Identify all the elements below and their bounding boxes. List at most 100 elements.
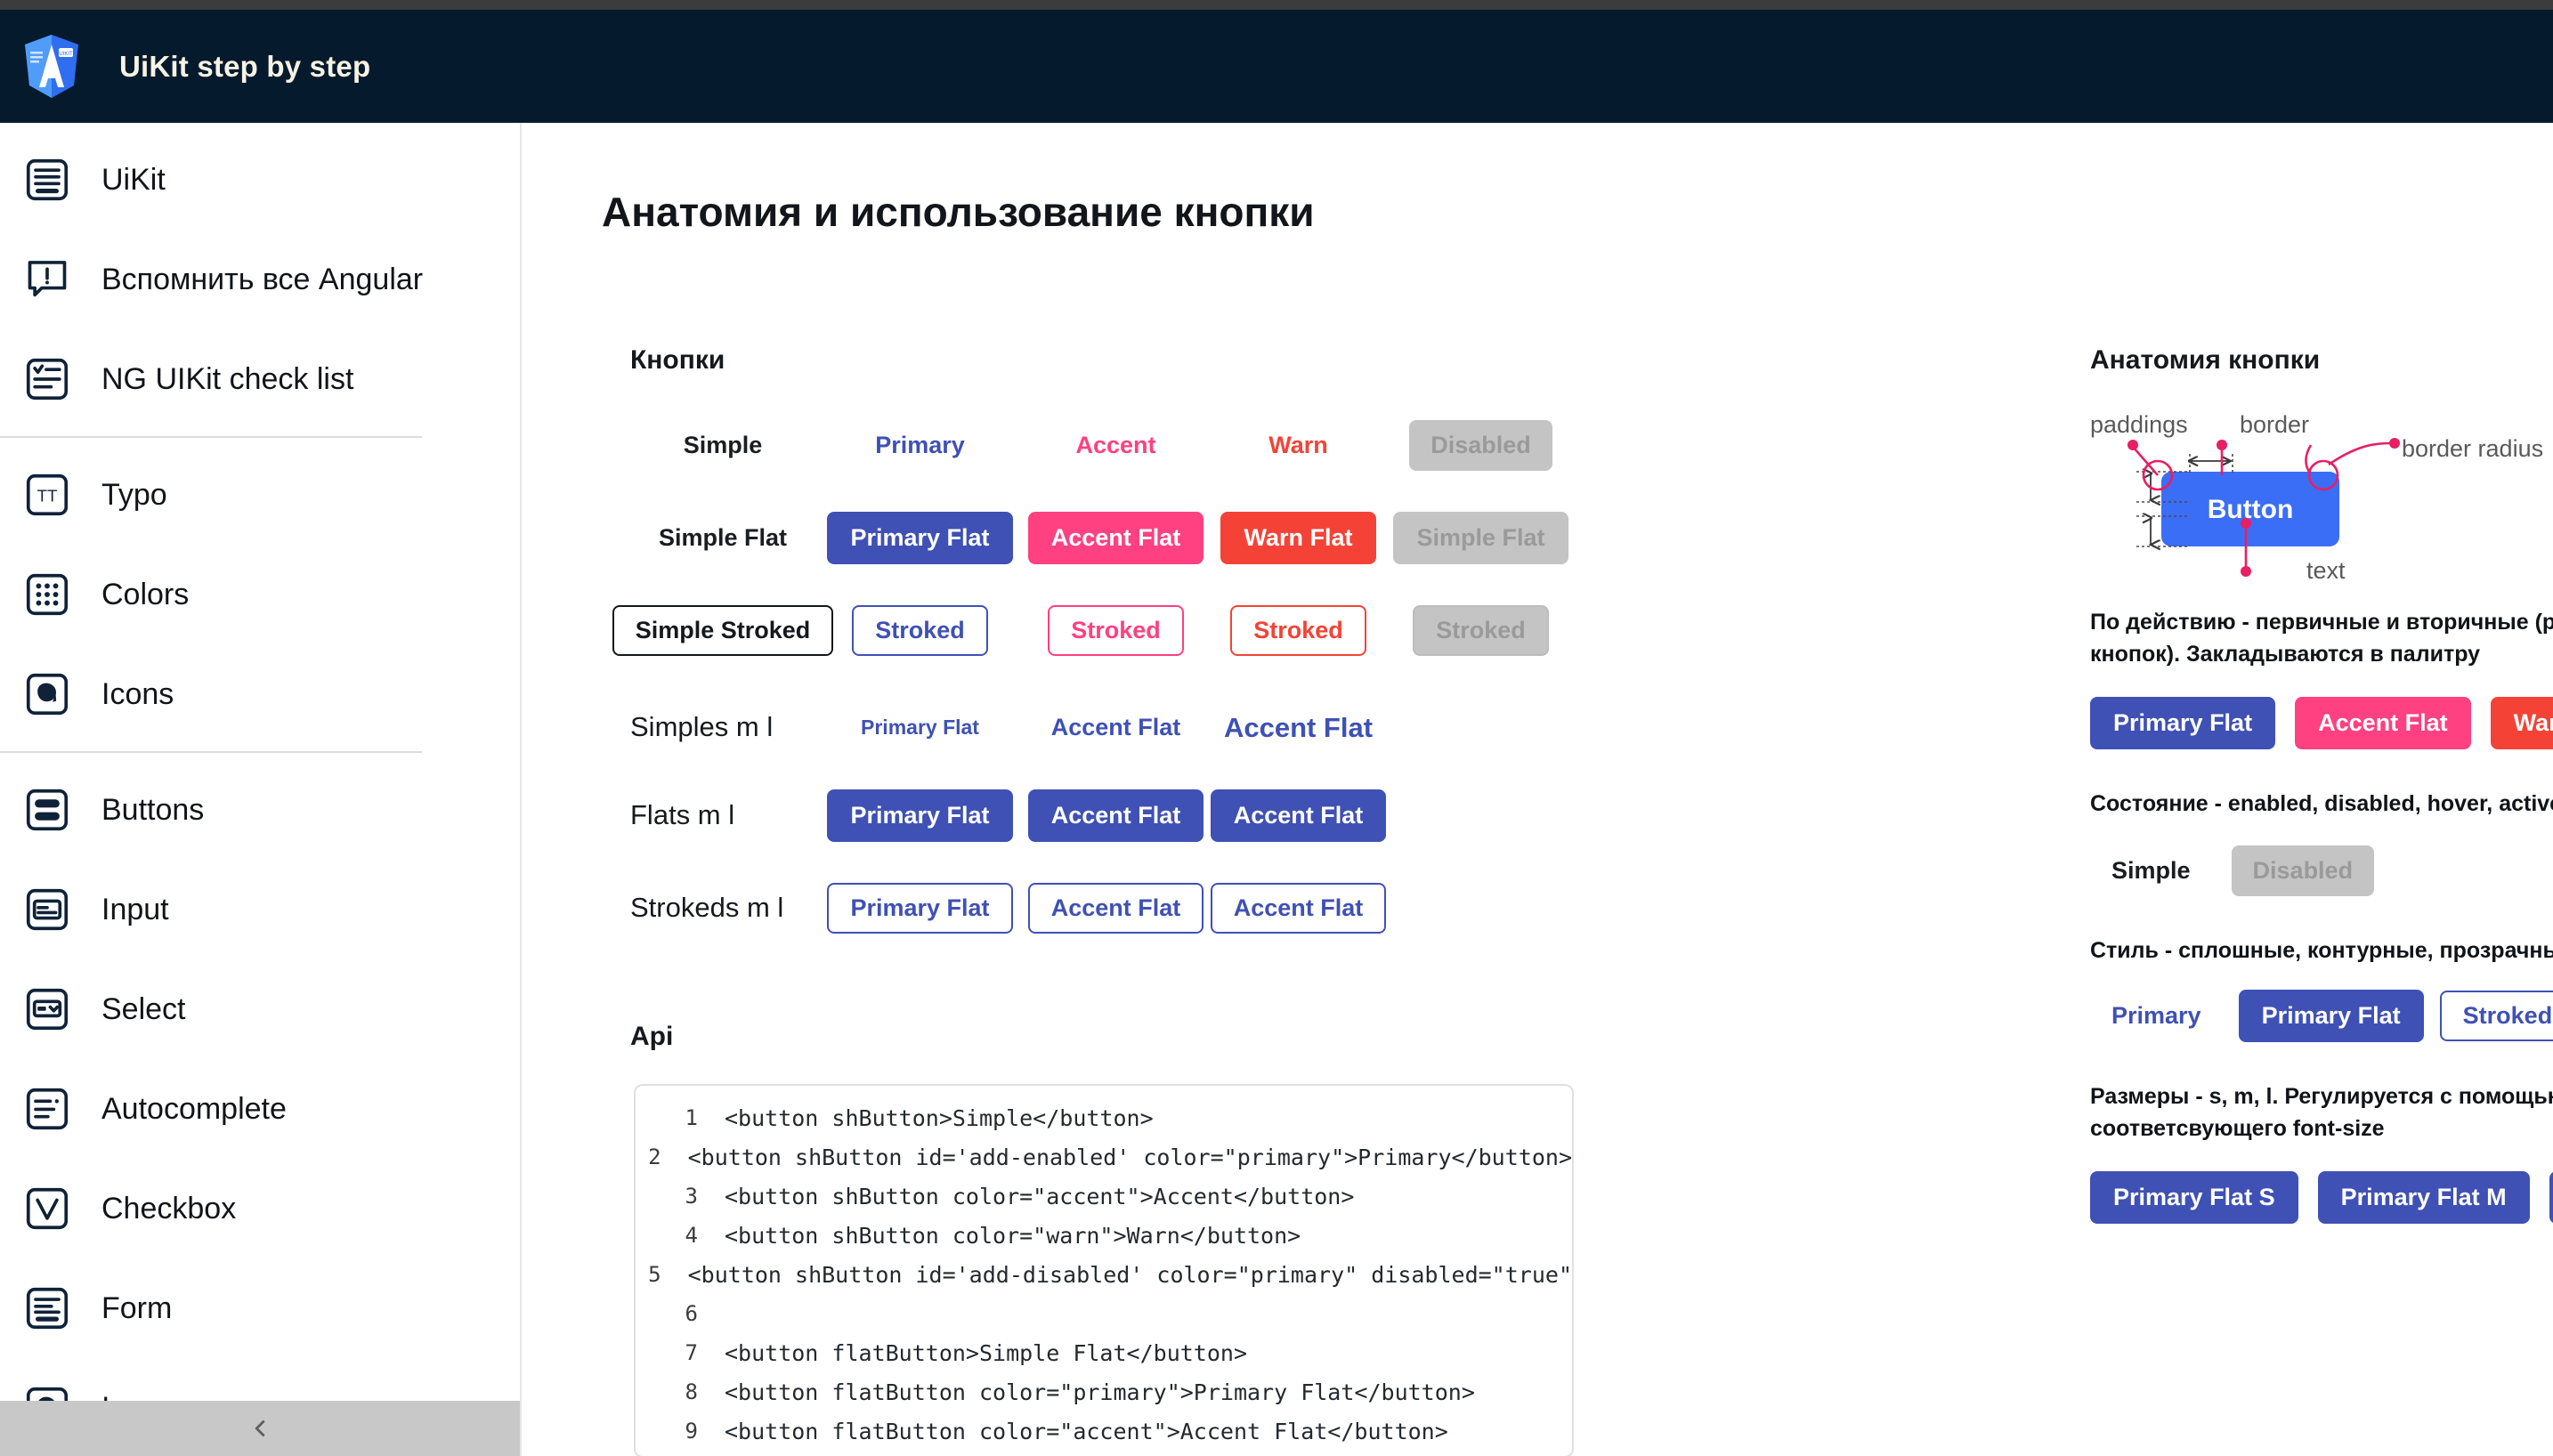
button-stroked-primary[interactable]: Stroked (852, 604, 988, 656)
api-section-heading: Api (630, 1022, 674, 1051)
button-flat-size-s[interactable]: Primary Flat (827, 789, 1013, 842)
buttons-icon (21, 784, 73, 836)
sidebar-item-label: Select (101, 991, 186, 1026)
sidebar-item-label: Autocomplete (101, 1091, 287, 1126)
sidebar-item-label: Input (101, 892, 169, 926)
select-dropdown-icon (21, 983, 73, 1035)
button-stroked-disabled: Stroked (1413, 604, 1549, 656)
sidebar-item-label: UiKit (101, 162, 166, 197)
button-warn-flat[interactable]: Warn Flat (1220, 511, 1376, 564)
button-size-m[interactable]: Primary Flat M (2317, 1171, 2530, 1224)
input-field-icon (21, 884, 73, 935)
typography-icon: TT (21, 469, 73, 521)
button-primary-flat[interactable]: Primary Flat (827, 511, 1013, 564)
code-line-number: 3 (685, 1184, 698, 1209)
button-stroked-size-m[interactable]: Accent Flat (1027, 882, 1204, 934)
buttons-demo-column: Кнопки Simple Primary Accent Warn Disabl… (612, 345, 1574, 1456)
button-stroked-warn[interactable]: Stroked (1230, 604, 1366, 656)
sidebar-nav-list: UiKit Вспомнить все Angular NG UIKit check… (0, 123, 520, 1456)
code-line-number: 5 (648, 1262, 661, 1287)
button-stroked-size-l[interactable]: Accent Flat (1210, 882, 1387, 934)
button-simple-flat-text[interactable]: Simple Flat (637, 513, 808, 563)
code-line-text: <button flatButton color="primary">Prima… (725, 1379, 1475, 1405)
button-simple-size-l[interactable]: Accent Flat (1196, 697, 1400, 758)
code-line-number: 1 (685, 1105, 698, 1130)
sidebar-item-select[interactable]: Select (0, 959, 520, 1059)
sidebar-item-input[interactable]: Input (0, 860, 520, 959)
code-line-number: 4 (685, 1223, 698, 1248)
page-title: Анатомия и использование кнопки (602, 189, 1315, 235)
anatomy-label-border: border (2240, 411, 2309, 438)
button-action-accent-flat[interactable]: Accent Flat (2295, 697, 2471, 749)
code-line: 9 <button flatButton color="accent">Accen… (636, 1412, 1572, 1451)
code-line: 2 <button shButton id='add-enabled' color… (636, 1137, 1572, 1177)
sidebar-item-icons[interactable]: Icons (0, 644, 520, 744)
code-line-number: 2 (648, 1145, 661, 1169)
button-stroked-size-s[interactable]: Primary Flat (827, 882, 1013, 934)
anatomy-label-border-radius: border radius (2402, 435, 2543, 462)
button-simple[interactable]: Simple (662, 420, 784, 471)
button-anatomy-diagram: paddings border border radius text Butto… (2090, 408, 2553, 603)
sidebar-item-вспомнить-все-angular[interactable]: Вспомнить все Angular (0, 230, 520, 329)
button-primary[interactable]: Primary (854, 420, 986, 471)
sticker-icon (21, 668, 73, 720)
button-action-warn-flat[interactable]: Warn Flat (2490, 697, 2553, 749)
sidebar-item-colors[interactable]: Colors (0, 545, 520, 644)
button-style-primary[interactable]: Primary (2090, 991, 2223, 1041)
button-state-simple[interactable]: Simple (2090, 845, 2212, 896)
speech-bubble-alert-icon (21, 254, 73, 305)
button-style-primary-flat[interactable]: Primary Flat (2238, 990, 2424, 1042)
button-simple-size-m[interactable]: Accent Flat (1029, 702, 1204, 753)
api-code-block[interactable]: 1 <button shButton>Simple</button> 2 <butto… (634, 1084, 1574, 1456)
chevron-left-icon (247, 1415, 273, 1442)
sidebar-item-label: Buttons (101, 792, 205, 827)
button-size-l[interactable]: Primary Flat L (2549, 1171, 2553, 1224)
sidebar-item-checkbox[interactable]: Checkbox (0, 1159, 520, 1258)
button-simple-size-s[interactable]: Primary Flat (844, 708, 996, 748)
button-simple-stroked[interactable]: Simple Stroked (612, 604, 834, 656)
code-line-number: 9 (685, 1419, 698, 1444)
button-flat-size-l[interactable]: Accent Flat (1210, 789, 1387, 842)
code-line-text: <button shButton color="accent">Accent</… (725, 1183, 1355, 1209)
code-line-number: 6 (685, 1301, 698, 1326)
button-action-primary-flat[interactable]: Primary Flat (2090, 697, 2276, 749)
buttons-section-heading: Кнопки (630, 345, 725, 375)
row-sizes-flat: s m l (676, 799, 735, 830)
note-size: Размеры - s, m, l. Регулируется с помощь… (2090, 1084, 2553, 1141)
angular-shield-logo-icon: UIKIT (23, 34, 80, 100)
code-line: 7 <button flatButton>Simple Flat</button> (636, 1333, 1572, 1372)
document-lines-icon (21, 154, 73, 206)
code-line: 5 <button shButton id='add-disabled' colo… (636, 1255, 1572, 1294)
row-sizes-simple: s m l (714, 711, 774, 742)
button-flat-size-m[interactable]: Accent Flat (1027, 789, 1204, 842)
code-line-text: <button shButton id='add-enabled' color=… (687, 1144, 1572, 1170)
button-accent-flat[interactable]: Accent Flat (1027, 511, 1204, 564)
code-line: 8 <button flatButton color="primary">Prim… (636, 1372, 1572, 1412)
button-disabled: Disabled (1409, 419, 1552, 471)
button-warn[interactable]: Warn (1247, 420, 1349, 471)
sidebar-collapse-button[interactable] (0, 1401, 520, 1456)
sidebar-item-autocomplete[interactable]: Autocomplete (0, 1059, 520, 1159)
sidebar-item-buttons[interactable]: Buttons (0, 760, 520, 860)
button-accent[interactable]: Accent (1054, 420, 1177, 471)
sidebar-item-label: Вспомнить все Angular (101, 262, 424, 296)
sidebar-item-ng-uikit-check-list[interactable]: NG UIKit check list (0, 329, 520, 429)
note-action: По действию - первичные и вторичные (раз… (2090, 610, 2553, 667)
code-line: 3 <button shButton color="accent">Accent<… (636, 1177, 1572, 1216)
button-size-s[interactable]: Primary Flat S (2090, 1171, 2298, 1224)
code-line-text: <button flatButton color="accent">Accent… (725, 1418, 1448, 1444)
sidebar: UiKit Вспомнить все Angular NG UIKit check… (0, 123, 522, 1456)
sidebar-divider (0, 436, 422, 438)
button-stroked-accent[interactable]: Stroked (1048, 604, 1184, 656)
checklist-icon (21, 353, 73, 405)
sidebar-item-typo[interactable]: TT Typo (0, 445, 520, 545)
row-sizes-stroked: s m l (725, 892, 784, 923)
svg-text:TT: TT (37, 486, 58, 505)
button-style-stroked[interactable]: Stroked (2439, 991, 2553, 1041)
sidebar-item-form[interactable]: Form (0, 1258, 520, 1358)
anatomy-svg: paddings border border radius text Butto… (2090, 411, 2543, 584)
sidebar-item-label: Typo (101, 477, 167, 512)
style-buttons-row: Primary Primary Flat Stroked (2090, 990, 2553, 1042)
row-label-stroked: Stroked (630, 892, 725, 923)
sidebar-item-uikit[interactable]: UiKit (0, 130, 520, 230)
